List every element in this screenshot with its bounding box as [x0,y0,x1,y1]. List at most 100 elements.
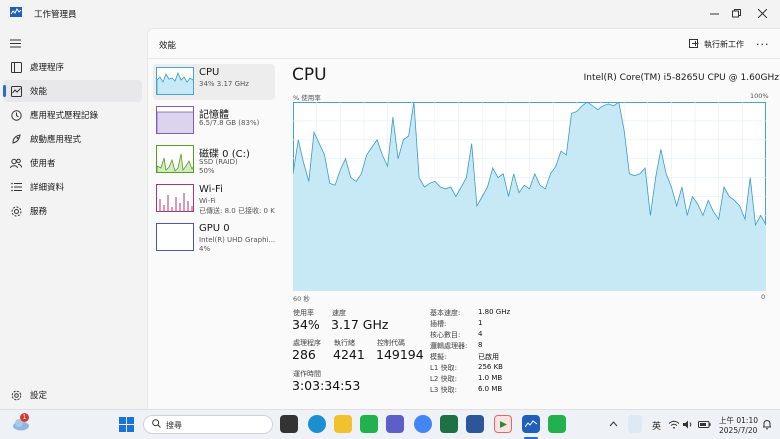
gear-icon [10,389,22,401]
word-icon[interactable] [466,415,484,433]
device-detail: Wi-Fi [199,197,216,205]
services-icon [10,205,22,217]
spec-value: 256 KB [478,363,503,371]
processes-icon [10,61,22,73]
spec-value: 8 [478,341,483,349]
uptime-value: 3:03:34:53 [292,378,361,393]
sidebar-item-details[interactable]: 詳細資料 [3,176,142,198]
spec-value: 4 [478,330,483,338]
performance-icon [10,85,22,97]
chrome-browser-icon[interactable] [414,415,432,433]
spec-label: L1 快取: [430,364,457,372]
sidebar-item-users[interactable]: 使用者 [3,152,142,174]
run-new-task-button[interactable]: 執行新工作 [689,36,744,52]
sidebar-item-label: 服務 [30,207,48,217]
device-item-cpu[interactable]: CPU 34% 3.17 GHz [153,64,275,100]
device-detail: 已傳送: 8.0 已接收: 0 K [199,207,275,215]
spec-label: 基本速度: [430,309,461,317]
taskbar-search-input[interactable]: 搜尋 [143,415,273,434]
startup-apps-icon [10,133,22,145]
window-title: 工作管理員 [34,10,77,20]
notification-bell-icon[interactable] [760,415,774,433]
utilization-value: 34% [292,317,320,332]
sidebar-item-label: 使用者 [30,159,56,169]
clock-date[interactable]: 2025/7/20 [719,426,757,435]
sidebar-item-label: 啟動應用程式 [30,135,82,145]
sidebar-item-processes[interactable]: 處理程序 [3,56,142,78]
device-item-disk[interactable]: 磁碟 0 (C:) SSD (RAID) 50% [153,142,275,178]
cpu-thumbnail [156,67,194,95]
axis-label-now: 0 [761,293,766,301]
maximize-button[interactable] [722,2,750,24]
device-detail: Intel(R) UHD Graphi... [199,236,276,244]
details-icon [10,181,22,193]
cpu-title: CPU [292,65,327,85]
start-button-icon[interactable] [117,415,135,433]
spec-label: 模擬: [430,353,447,361]
device-item-wifi[interactable]: Wi-Fi Wi-Fi 已傳送: 8.0 已接收: 0 K [153,181,275,217]
more-options-button[interactable]: ... [756,35,770,48]
sidebar-item-app-history[interactable]: 應用程式歷程記錄 [3,104,142,126]
pinned-app-icon[interactable] [494,415,512,433]
task-view-icon[interactable] [280,415,298,433]
wifi-thumbnail [156,184,194,212]
task-manager-taskbar-icon[interactable] [522,415,540,433]
spec-value: 1.80 GHz [478,308,511,316]
sidebar-item-services[interactable]: 服務 [3,200,142,222]
page-title: 效能 [159,41,177,51]
gpu-thumbnail [156,223,194,251]
sidebar: 處理程序 效能 應用程式歷程記錄 啟動應用程式 使用者 詳細資料 服務 設定 [0,28,147,409]
device-name: Wi-Fi [199,184,223,195]
cpu-model-name: Intel(R) Core(TM) i5-8265U CPU @ 1.60GHz [583,73,779,83]
title-bar: 工作管理員 [0,0,780,28]
spec-value: 6.0 MB [478,385,503,393]
selection-indicator [3,85,6,97]
device-detail: 50% [199,167,215,175]
run-task-icon [689,39,699,49]
hamburger-menu-icon[interactable] [10,38,21,51]
line-app-icon-2[interactable] [548,415,566,433]
battery-icon[interactable] [697,415,711,433]
notification-badge: 1 [20,413,29,422]
sidebar-item-label: 效能 [30,87,48,97]
clock-time[interactable]: 上午 01:10 [719,415,758,426]
sidebar-item-label: 設定 [30,391,48,401]
cpu-utilization-graph [293,102,766,291]
main-panel: 效能 執行新工作 ... CPU 34% 3.17 GHz 記憶體 6.5/7.… [147,28,780,409]
tray-overflow-icon[interactable] [604,415,622,433]
speed-value: 3.17 GHz [331,317,389,332]
device-detail: 34% 3.17 GHz [199,80,249,88]
close-button[interactable] [748,2,776,24]
line-app-icon[interactable] [360,415,378,433]
axis-label-max: 100% [750,92,769,100]
processes-value: 286 [292,347,316,362]
disk-thumbnail [156,145,194,173]
device-detail: 4% [199,245,211,253]
excel-icon[interactable] [440,415,458,433]
axis-label-utilization: % 使用率 [293,94,321,102]
taskbar: 1 搜尋 英 上午 01:10 2025/7/20 [0,409,780,439]
spec-label: 邏輯處理器: [430,342,468,350]
file-explorer-icon[interactable] [334,415,352,433]
device-item-gpu[interactable]: GPU 0 Intel(R) UHD Graphi... 4% [153,220,275,256]
handles-value: 149194 [376,347,424,362]
spec-value: 1 [478,319,483,327]
spec-label: L3 快取: [430,386,457,394]
device-detail: SSD (RAID) [199,158,238,166]
teams-icon[interactable] [386,415,404,433]
sidebar-item-label: 應用程式歷程記錄 [30,111,99,121]
sidebar-item-settings[interactable]: 設定 [3,384,142,406]
edge-browser-icon[interactable] [308,415,326,433]
spec-label: 核心數目: [430,331,461,339]
spec-value: 1.0 MB [478,374,503,382]
ime-language-indicator[interactable]: 英 [652,419,661,432]
wifi-icon[interactable] [667,415,681,433]
sidebar-item-startup-apps[interactable]: 啟動應用程式 [3,128,142,150]
device-item-memory[interactable]: 記憶體 6.5/7.8 GB (83%) [153,103,275,139]
volume-icon[interactable] [681,415,695,433]
sidebar-item-performance[interactable]: 效能 [3,80,142,102]
sidebar-item-label: 詳細資料 [30,183,65,193]
device-name: CPU [199,67,220,78]
page-header: 效能 執行新工作 ... [148,29,780,59]
security-icon[interactable] [628,415,642,433]
